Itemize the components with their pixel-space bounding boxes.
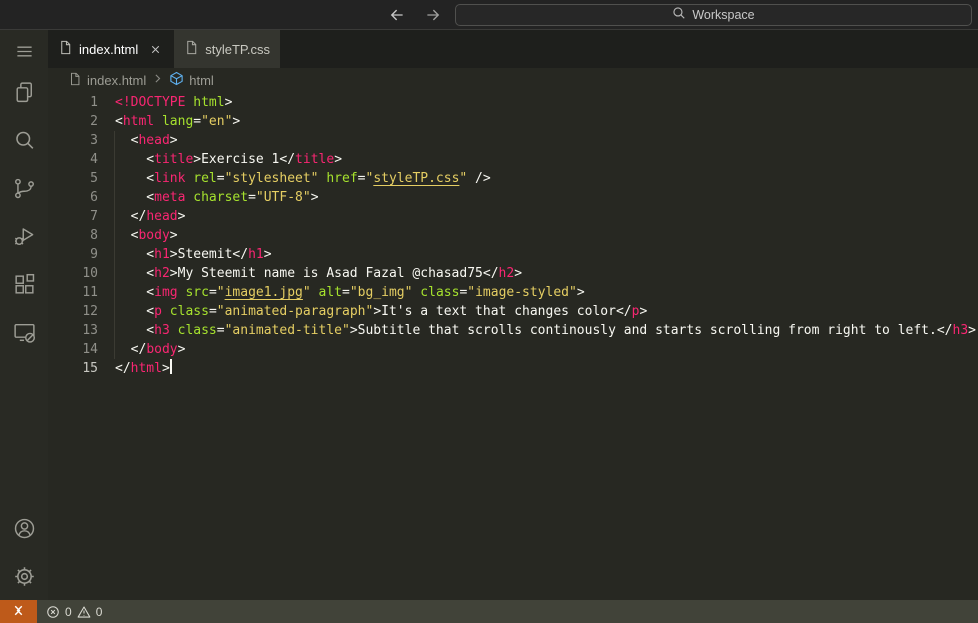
warning-count: 0 [95, 604, 103, 619]
code-line-content: <head> [115, 133, 178, 148]
file-icon [58, 40, 73, 58]
activity-bar-bottom [0, 504, 48, 600]
code-line-content: <h3 class="animated-title">Subtitle that… [115, 323, 976, 338]
line-number: 7 [90, 209, 98, 224]
source-control-icon[interactable] [0, 164, 48, 212]
code-line-content: </html> [115, 359, 172, 376]
code-line[interactable]: 1 <!DOCTYPE html> [48, 93, 978, 112]
line-number: 12 [82, 304, 98, 319]
chevron-right-icon [151, 72, 164, 88]
accounts-icon[interactable] [0, 504, 48, 552]
activity-bar [0, 30, 48, 600]
tab-index-html[interactable]: index.html [48, 30, 175, 68]
search-icon [672, 6, 686, 23]
breadcrumb: index.html html [48, 68, 978, 92]
code-line-content: <title>Exercise 1</title> [115, 152, 343, 167]
code-lines: 1 <!DOCTYPE html> 2 <html lang="en"> 3 <head… [48, 93, 978, 378]
extensions-icon[interactable] [0, 260, 48, 308]
code-line-content: <img src="image1.jpg" alt="bg_img" class… [115, 285, 585, 300]
line-number: 13 [82, 323, 98, 338]
line-number: 4 [90, 152, 98, 167]
line-number: 14 [82, 342, 98, 357]
code-line[interactable]: 8 <body> [48, 226, 978, 245]
code-line[interactable]: 13 <h3 class="animated-title">Subtitle t… [48, 321, 978, 340]
vscode-window: Workspace index.html styleTP.css index.h… [0, 0, 978, 623]
code-line[interactable]: 12 <p class="animated-paragraph">It's a … [48, 302, 978, 321]
settings-gear-icon[interactable] [0, 552, 48, 600]
html-symbol-icon [169, 71, 184, 89]
code-line[interactable]: 2 <html lang="en"> [48, 112, 978, 131]
code-line-content: <p class="animated-paragraph">It's a tex… [115, 304, 648, 319]
line-number: 3 [90, 133, 98, 148]
line-number: 8 [90, 228, 98, 243]
code-line[interactable]: 7 </head> [48, 207, 978, 226]
code-line-content: <link rel="stylesheet" href="styleTP.css… [115, 171, 491, 186]
line-number: 5 [90, 171, 98, 186]
tab-label: index.html [79, 41, 139, 57]
code-line[interactable]: 6 <meta charset="UTF-8"> [48, 188, 978, 207]
code-line-content: <meta charset="UTF-8"> [115, 190, 319, 205]
problems-status[interactable]: 0 0 [46, 600, 102, 623]
line-number: 9 [90, 247, 98, 262]
code-line-content: <!DOCTYPE html> [115, 95, 233, 110]
line-number: 2 [90, 114, 98, 129]
code-line-content: <html lang="en"> [115, 114, 241, 129]
tab-styletp-css[interactable]: styleTP.css [174, 30, 281, 68]
code-line-content: <h1>Steemit</h1> [115, 247, 272, 262]
code-line[interactable]: 3 <head> [48, 131, 978, 150]
menu-icon[interactable] [0, 34, 48, 68]
forward-arrow-icon[interactable] [423, 5, 443, 25]
error-count: 0 [65, 604, 72, 619]
line-number: 15 [82, 361, 98, 376]
breadcrumb-file[interactable]: index.html [68, 72, 146, 89]
code-editor[interactable]: 1 <!DOCTYPE html> 2 <html lang="en"> 3 <head… [48, 92, 978, 600]
code-line[interactable]: 15 </html> [48, 359, 978, 378]
line-number: 6 [90, 190, 98, 205]
remote-explorer-icon[interactable] [0, 308, 48, 356]
status-bar: 0 0 [0, 600, 978, 623]
history-navigation [387, 5, 443, 25]
explorer-icon[interactable] [0, 68, 48, 116]
code-line[interactable]: 11 <img src="image1.jpg" alt="bg_img" cl… [48, 283, 978, 302]
search-label: Workspace [692, 7, 755, 22]
warning-icon [77, 605, 91, 619]
line-number: 11 [82, 285, 98, 300]
line-number: 1 [90, 95, 98, 110]
code-line[interactable]: 4 <title>Exercise 1</title> [48, 150, 978, 169]
breadcrumb-symbol[interactable]: html [169, 71, 214, 89]
code-line[interactable]: 10 <h2>My Steemit name is Asad Fazal @ch… [48, 264, 978, 283]
back-arrow-icon[interactable] [387, 5, 407, 25]
close-icon[interactable] [146, 40, 164, 58]
remote-indicator[interactable] [0, 600, 37, 623]
titlebar: Workspace [0, 0, 978, 30]
line-number: 10 [82, 266, 98, 281]
code-line[interactable]: 14 </body> [48, 340, 978, 359]
tab-label: styleTP.css [205, 41, 271, 57]
text-cursor [169, 359, 172, 374]
search-sidebar-icon[interactable] [0, 116, 48, 164]
code-line-content: <h2>My Steemit name is Asad Fazal @chasa… [115, 266, 523, 281]
code-line[interactable]: 5 <link rel="stylesheet" href="styleTP.c… [48, 169, 978, 188]
code-line-content: <body> [115, 228, 178, 243]
file-icon [184, 40, 199, 58]
error-icon [46, 605, 60, 619]
tab-bar: index.html styleTP.css [48, 30, 978, 68]
code-line-content: </body> [115, 342, 186, 357]
run-and-debug-icon[interactable] [0, 212, 48, 260]
editor-group: index.html styleTP.css index.html html 1… [48, 30, 978, 600]
code-line[interactable]: 9 <h1>Steemit</h1> [48, 245, 978, 264]
file-icon [68, 72, 82, 89]
remote-icon [11, 603, 26, 621]
workspace-search[interactable]: Workspace [455, 3, 972, 26]
code-line-content: </head> [115, 209, 186, 224]
